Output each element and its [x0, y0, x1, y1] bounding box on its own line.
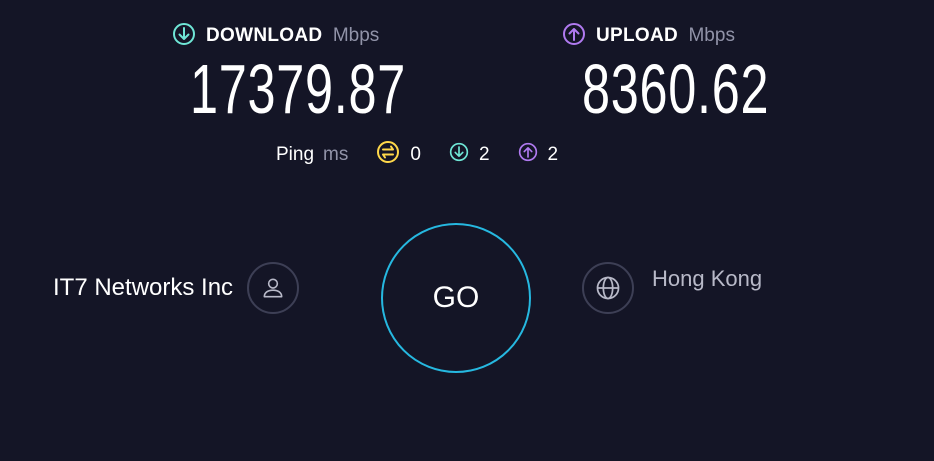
upload-header: UPLOAD Mbps	[562, 22, 762, 50]
upload-unit: Mbps	[688, 25, 735, 46]
ping-idle-value: 0	[410, 144, 421, 165]
ping-row: Ping ms 0 2 2	[276, 141, 558, 169]
upload-metric: UPLOAD Mbps 8360.62	[562, 22, 770, 128]
download-metric: DOWNLOAD Mbps 17379.87	[172, 22, 412, 124]
download-unit: Mbps	[332, 25, 380, 46]
ping-idle: 0	[376, 140, 421, 170]
server-info: Hong Kong	[582, 262, 762, 314]
server-location[interactable]: Hong Kong	[652, 266, 762, 292]
user-icon[interactable]	[247, 262, 300, 314]
ping-label: Ping	[276, 144, 315, 165]
ping-upload-value: 2	[547, 144, 559, 165]
jitter-icon	[376, 140, 400, 170]
upload-arrow-icon	[562, 22, 586, 51]
go-button-label: GO	[432, 281, 480, 314]
ping-download-value: 2	[478, 144, 490, 165]
isp-name: IT7 Networks Inc	[53, 274, 234, 301]
download-value: 17379.87	[190, 50, 406, 128]
upload-label: UPLOAD	[596, 25, 679, 46]
isp-info: IT7 Networks Inc	[53, 262, 300, 314]
upload-value: 8360.62	[582, 50, 770, 128]
ping-download-arrow-icon	[449, 142, 469, 168]
download-arrow-icon	[172, 22, 196, 51]
ping-upload: 2	[518, 142, 559, 168]
download-header: DOWNLOAD Mbps	[172, 22, 412, 50]
go-button[interactable]: GO	[381, 223, 531, 373]
globe-icon[interactable]	[582, 262, 634, 314]
ping-download: 2	[449, 142, 490, 168]
download-label: DOWNLOAD	[206, 25, 323, 46]
ping-upload-arrow-icon	[518, 142, 538, 168]
ping-unit: ms	[323, 144, 349, 165]
